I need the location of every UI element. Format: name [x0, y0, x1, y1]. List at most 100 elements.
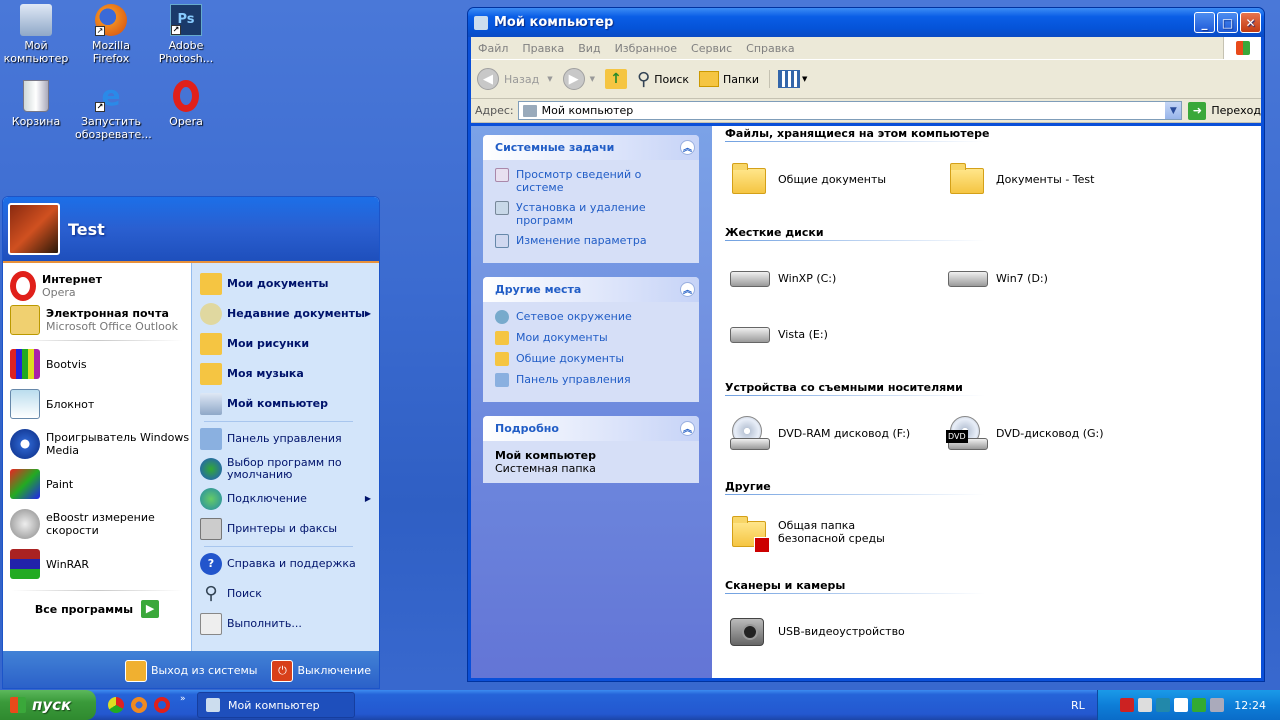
- tray-icon-1[interactable]: [1120, 698, 1135, 712]
- item-usb-video[interactable]: USB-видеоустройство: [728, 610, 905, 652]
- title-bar[interactable]: Мой компьютер _ □ ✕: [468, 8, 1264, 37]
- item-drive-g[interactable]: DVD DVD-дисковод (G:): [946, 412, 1104, 454]
- start-menu-header: Test: [3, 197, 379, 263]
- item-drive-d[interactable]: Win7 (D:): [946, 257, 1048, 299]
- place-search[interactable]: ⚲ Поиск: [192, 579, 379, 609]
- place-my-documents[interactable]: Мои документы: [495, 331, 689, 345]
- language-indicator[interactable]: RL: [1071, 699, 1085, 712]
- close-button[interactable]: ✕: [1240, 12, 1261, 33]
- menu-favorites[interactable]: Избранное: [608, 42, 684, 55]
- place-my-pictures[interactable]: Мои рисунки: [192, 329, 379, 359]
- item-drive-e[interactable]: Vista (E:): [728, 313, 828, 355]
- desktop-icon-opera[interactable]: Opera: [150, 78, 222, 128]
- desktop-icon-my-computer[interactable]: Мой компьютер: [0, 2, 72, 65]
- tray-icon-5[interactable]: [1192, 698, 1207, 712]
- back-arrow-icon: ◀: [477, 68, 499, 90]
- pinned-sub: Microsoft Office Outlook: [46, 320, 178, 333]
- folder-icon: [495, 331, 509, 345]
- collapse-icon[interactable]: ︽: [680, 140, 695, 155]
- views-button[interactable]: ▼: [769, 70, 807, 88]
- start-button[interactable]: пуск: [0, 690, 96, 720]
- folders-button[interactable]: Папки: [699, 71, 759, 87]
- other-places-header[interactable]: Другие места ︽: [483, 277, 699, 302]
- menu-help[interactable]: Справка: [739, 42, 801, 55]
- logoff-button[interactable]: Выход из системы: [124, 659, 257, 682]
- other-places-panel: Другие места ︽ Сетевое окружение Мои док…: [483, 277, 699, 402]
- quicklaunch-expand-icon[interactable]: »: [180, 694, 186, 704]
- taskbar-item-label: Мой компьютер: [228, 698, 320, 712]
- taskbar-item-my-computer[interactable]: Мой компьютер: [197, 692, 355, 718]
- folders-icon: [699, 71, 720, 87]
- desktop-icon-recycle-bin[interactable]: Корзина: [0, 78, 72, 128]
- pinned-email[interactable]: Электронная почта Microsoft Office Outloo…: [3, 303, 191, 337]
- all-programs-button[interactable]: Все программы ▶: [3, 594, 191, 624]
- program-paint[interactable]: Paint: [3, 464, 191, 504]
- place-control-panel[interactable]: Панель управления: [192, 424, 379, 454]
- task-label: Просмотр сведений о системе: [516, 168, 642, 194]
- system-tasks-header[interactable]: Системные задачи ︽: [483, 135, 699, 160]
- place-connect[interactable]: Подключение ▶: [192, 484, 379, 514]
- menu-tools[interactable]: Сервис: [684, 42, 739, 55]
- submenu-arrow-icon: ▶: [364, 494, 371, 503]
- firefox-quicklaunch-icon[interactable]: [131, 697, 147, 713]
- back-button[interactable]: ◀ Назад ▼: [477, 68, 553, 90]
- place-control-panel[interactable]: Панель управления: [495, 373, 689, 387]
- program-winrar[interactable]: WinRAR: [3, 544, 191, 584]
- forward-button[interactable]: ▶ ▼: [562, 68, 595, 90]
- item-drive-c[interactable]: WinXP (C:): [728, 257, 836, 299]
- details-header[interactable]: Подробно ︽: [483, 416, 699, 441]
- tray-icon-4[interactable]: [1174, 698, 1189, 712]
- place-run[interactable]: Выполнить...: [192, 609, 379, 639]
- place-my-music[interactable]: Моя музыка: [192, 359, 379, 389]
- opera-icon: [10, 271, 36, 301]
- desktop-icon-firefox[interactable]: ↗ Mozilla Firefox: [75, 2, 147, 65]
- menu-file[interactable]: Файл: [471, 42, 515, 55]
- tray-icon-3[interactable]: [1156, 698, 1171, 712]
- address-dropdown-icon[interactable]: ▼: [1165, 102, 1182, 119]
- place-default-programs[interactable]: Выбор программ по умолчанию: [192, 454, 379, 484]
- maximize-button[interactable]: □: [1217, 12, 1238, 33]
- go-button[interactable]: ➜ Переход: [1188, 101, 1261, 120]
- item-drive-f[interactable]: DVD-RAM дисковод (F:): [728, 412, 910, 454]
- chrome-quicklaunch-icon[interactable]: [108, 697, 124, 713]
- place-printers[interactable]: Принтеры и факсы: [192, 514, 379, 544]
- pinned-internet[interactable]: Интернет Opera: [3, 269, 191, 303]
- shutdown-label: Выключение: [297, 664, 371, 677]
- collapse-icon[interactable]: ︽: [680, 282, 695, 297]
- desktop-icon-ie[interactable]: e ↗ Запустить обозревате...: [75, 78, 152, 142]
- place-network[interactable]: Сетевое окружение: [495, 310, 689, 324]
- place-help[interactable]: ? Справка и поддержка: [192, 549, 379, 579]
- recent-docs-icon: [200, 303, 222, 325]
- place-shared-documents[interactable]: Общие документы: [495, 352, 689, 366]
- item-safe-folder[interactable]: Общая папка безопасной среды: [728, 511, 918, 553]
- program-eboostr[interactable]: eBoostr измерение скорости: [3, 504, 191, 544]
- task-add-remove[interactable]: Установка и удаление программ: [495, 201, 689, 227]
- tray-icon-2[interactable]: [1138, 698, 1153, 712]
- program-notepad[interactable]: Блокнот: [3, 384, 191, 424]
- search-icon: ⚲: [637, 68, 651, 90]
- address-input[interactable]: Мой компьютер ▼: [517, 101, 1183, 120]
- desktop-icon-photoshop[interactable]: Ps ↗ Adobe Photosh...: [150, 2, 222, 65]
- place-my-computer[interactable]: Мой компьютер: [192, 389, 379, 419]
- place-my-documents[interactable]: Мои документы: [192, 269, 379, 299]
- menu-view[interactable]: Вид: [571, 42, 607, 55]
- item-shared-documents[interactable]: Общие документы: [728, 158, 886, 200]
- shutdown-button[interactable]: ⏻ Выключение: [271, 659, 371, 682]
- search-button[interactable]: ⚲ Поиск: [637, 69, 689, 90]
- up-button[interactable]: ↑: [605, 69, 627, 89]
- menu-edit[interactable]: Правка: [515, 42, 571, 55]
- task-system-info[interactable]: Просмотр сведений о системе: [495, 168, 689, 194]
- clock[interactable]: 12:24: [1234, 699, 1266, 712]
- minimize-button[interactable]: _: [1194, 12, 1215, 33]
- tray-icon-6[interactable]: [1210, 698, 1225, 712]
- program-bootvis[interactable]: Bootvis: [3, 344, 191, 384]
- video-camera-icon: [728, 610, 770, 652]
- default-programs-icon: [200, 458, 222, 480]
- opera-quicklaunch-icon[interactable]: [154, 697, 170, 713]
- item-documents-test[interactable]: Документы - Test: [946, 158, 1094, 200]
- place-recent-documents[interactable]: Недавние документы ▶: [192, 299, 379, 329]
- program-media-player[interactable]: Проигрыватель Windows Media: [3, 424, 191, 464]
- task-change-setting[interactable]: Изменение параметра: [495, 234, 689, 248]
- collapse-icon[interactable]: ︽: [680, 421, 695, 436]
- user-avatar[interactable]: [8, 203, 60, 255]
